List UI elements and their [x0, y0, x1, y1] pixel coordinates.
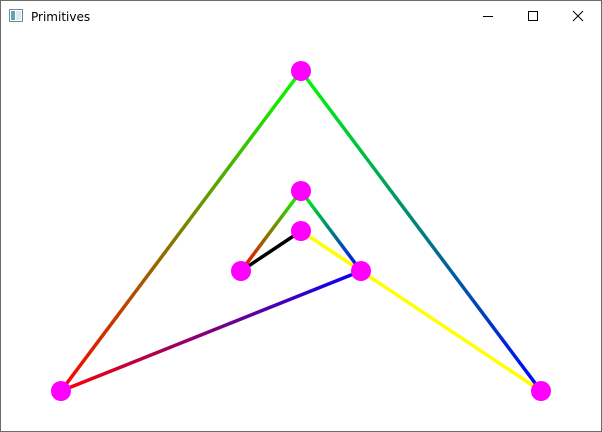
line-C-G: [300, 229, 542, 393]
point-E: [351, 261, 371, 281]
point-G: [531, 381, 551, 401]
app-window: Primitives: [0, 0, 602, 432]
point-D: [231, 261, 251, 281]
point-C: [291, 221, 311, 241]
point-B: [291, 181, 311, 201]
drawing-canvas: [51, 61, 551, 401]
points-layer: [51, 61, 551, 401]
point-A: [291, 61, 311, 81]
line-A-G: [299, 69, 543, 393]
point-F: [51, 381, 71, 401]
line-D-C: [240, 229, 302, 273]
